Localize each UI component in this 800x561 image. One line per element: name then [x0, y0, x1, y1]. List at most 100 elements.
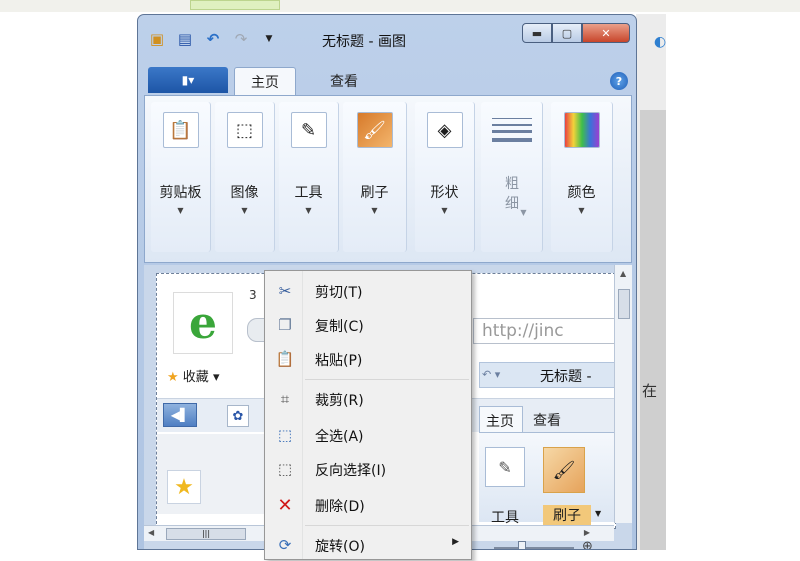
group-image[interactable]: ⬚ 图像 ▼ [215, 102, 275, 252]
undo-icon[interactable]: ↶ [202, 29, 224, 49]
background-strip [0, 0, 800, 12]
menu-item-select-all[interactable]: ⬚ 全选(A) [265, 419, 471, 451]
pasted-back-arrow-icon: ◀▌ [163, 403, 197, 427]
chevron-down-icon: ▼ [441, 206, 448, 215]
pasted-paw-icon: ✿ [227, 405, 249, 427]
tools-icon: ✎ [290, 112, 327, 148]
chevron-down-icon: ▼ [520, 208, 527, 217]
horizontal-scroll-thumb[interactable]: ||| [166, 528, 246, 540]
zoom-slider[interactable]: ⊕ [494, 539, 634, 549]
pasted-star-icon: ★ [167, 470, 201, 504]
shapes-icon: ◈ [426, 112, 463, 148]
group-label-colors: 颜色 [567, 185, 596, 201]
group-colors[interactable]: 颜色 ▼ [551, 102, 613, 252]
favorites-star-icon: ★ [167, 370, 179, 385]
pasted-window-titlebar: ↶ ▾ 无标题 - [479, 362, 615, 388]
menu-item-copy[interactable]: ❐ 复制(C) [265, 309, 471, 341]
menu-item-label: 粘贴(P) [315, 353, 363, 369]
scissors-icon: ✂ [278, 282, 292, 300]
menu-item-label: 全选(A) [315, 429, 364, 445]
group-clipboard[interactable]: 📋 剪贴板 ▼ [151, 102, 211, 252]
close-button[interactable]: ✕ [582, 23, 630, 43]
background-tab [190, 0, 280, 10]
vertical-scroll-thumb[interactable] [618, 289, 630, 319]
maximize-button[interactable]: ▢ [552, 23, 582, 43]
redo-icon[interactable]: ↷ [230, 29, 252, 49]
help-icon[interactable]: ? [610, 72, 628, 90]
chevron-down-icon: ▾ [212, 370, 220, 385]
pasted-tab-home: 主页 [479, 406, 523, 434]
paste-icon: 📋 [275, 350, 295, 368]
menu-item-crop[interactable]: ⌗ 裁剪(R) [265, 383, 471, 415]
background-panel-dark [640, 110, 666, 550]
menu-item-label: 反向选择(I) [315, 463, 387, 479]
brush-icon: 🖌 [356, 112, 393, 148]
zoom-knob[interactable] [518, 541, 526, 549]
group-shapes[interactable]: ◈ 形状 ▼ [415, 102, 475, 252]
minimize-button[interactable]: ▬ [522, 23, 552, 43]
chevron-down-icon: ▼ [371, 206, 378, 215]
copy-icon: ❐ [278, 316, 292, 334]
title-bar: ▣ ▤ ↶ ↷ ▼ 无标题 - 画图 ▬ ▢ ✕ [138, 15, 636, 61]
delete-icon: ✕ [277, 494, 293, 516]
menu-item-label: 旋转(O) [315, 539, 365, 555]
menu-item-label: 删除(D) [315, 499, 365, 515]
pasted-brush-icon: 🖌 [543, 447, 585, 493]
chevron-down-icon: ▼ [305, 206, 312, 215]
menu-separator [305, 525, 469, 526]
tab-home[interactable]: 主页 [234, 67, 296, 95]
context-menu: ✂ 剪切(T) ❐ 复制(C) 📋 粘贴(P) ⌗ 裁剪(R) ⬚ 全选(A) … [264, 270, 472, 560]
save-icon[interactable]: ▤ [174, 29, 196, 49]
menu-item-label: 裁剪(R) [315, 393, 364, 409]
zoom-track [494, 547, 574, 549]
pasted-ribbon: ✎ 🖌 工具 刷子 ▼ [479, 432, 615, 526]
menu-item-paste[interactable]: 📋 粘贴(P) [265, 343, 471, 375]
clipboard-icon: 📋 [162, 112, 199, 148]
ribbon-tab-row: ▮▾ 主页 查看 ? [144, 65, 632, 95]
menu-item-rotate[interactable]: ⟳ 旋转(O) ▶ [265, 529, 471, 561]
invert-selection-icon: ⬚ [277, 460, 293, 478]
file-menu-button[interactable]: ▮▾ [148, 67, 228, 93]
menu-item-cut[interactable]: ✂ 剪切(T) [265, 275, 471, 307]
app-icon[interactable]: ▣ [146, 29, 168, 49]
pasted-favorites: ★ 收藏 ▾ [167, 366, 219, 385]
chevron-down-icon: ▼ [595, 509, 602, 518]
size-icon [491, 112, 532, 148]
menu-item-delete[interactable]: ✕ 删除(D) [265, 489, 471, 521]
group-label-image: 图像 [230, 185, 259, 201]
scroll-right-icon[interactable]: ▶ [584, 528, 590, 537]
group-label-brushes: 刷子 [360, 185, 389, 201]
background-browser-icon: ◐ [654, 34, 667, 50]
pasted-address-bar: http://jinc [473, 318, 615, 344]
group-label-clipboard: 剪贴板 [159, 185, 202, 201]
group-size: 粗细 ▼ [481, 102, 543, 252]
group-label-tools: 工具 [294, 185, 323, 201]
pasted-window-title: 无标题 - [540, 369, 592, 385]
chevron-down-icon: ▼ [177, 206, 184, 215]
ribbon-panel: 📋 剪贴板 ▼ ⬚ 图像 ▼ ✎ 工具 ▼ 🖌 刷子 ▼ ◈ 形状 ▼ 粗细 ▼… [144, 95, 632, 263]
tab-view[interactable]: 查看 [314, 67, 374, 95]
customize-dropdown-icon[interactable]: ▼ [258, 29, 280, 49]
pasted-qat-icons: ↶ ▾ [482, 368, 501, 381]
rotate-icon: ⟳ [278, 536, 292, 554]
chevron-down-icon: ▼ [241, 206, 248, 215]
scroll-left-icon[interactable]: ◀ [148, 528, 154, 537]
scroll-up-icon[interactable]: ▲ [620, 269, 626, 278]
vertical-scrollbar[interactable]: ▲ [614, 265, 632, 523]
image-select-icon: ⬚ [226, 112, 263, 148]
pasted-tools-label: 工具 [491, 510, 519, 526]
quick-access-toolbar: ▣ ▤ ↶ ↷ ▼ [146, 29, 280, 49]
menu-item-label: 复制(C) [315, 319, 364, 335]
ie-browser-icon: e [173, 292, 233, 354]
pasted-text-fragment: 3 [249, 288, 257, 302]
group-tools[interactable]: ✎ 工具 ▼ [279, 102, 339, 252]
group-brushes[interactable]: 🖌 刷子 ▼ [343, 102, 407, 252]
pasted-brush-label: 刷子 [543, 505, 591, 525]
window-controls: ▬ ▢ ✕ [522, 23, 630, 43]
colors-icon [563, 112, 600, 148]
menu-item-invert-selection[interactable]: ⬚ 反向选择(I) [265, 453, 471, 485]
group-label-shapes: 形状 [430, 185, 459, 201]
zoom-in-icon[interactable]: ⊕ [582, 539, 593, 549]
menu-separator [305, 379, 469, 380]
pasted-tools-icon: ✎ [485, 447, 525, 487]
